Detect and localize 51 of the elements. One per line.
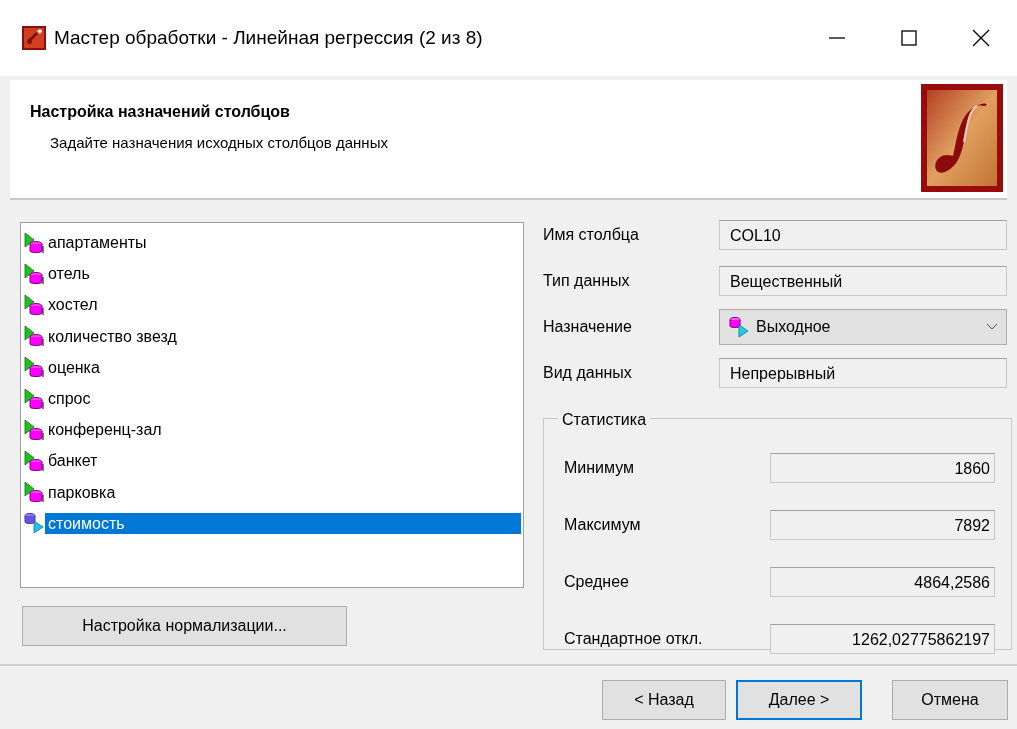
statistic-label: Стандартное откл. [564, 628, 704, 649]
pipe-logo-icon [921, 84, 1003, 192]
wizard-button[interactable]: Далее > [736, 680, 862, 720]
field-label: Назначение [543, 317, 633, 337]
wizard-button[interactable]: Отмена [892, 680, 1008, 720]
input-column-icon [23, 356, 45, 379]
column-item[interactable]: конференц-зал [45, 419, 165, 441]
column-item[interactable]: отель [45, 263, 93, 285]
column-item[interactable]: стоимость [45, 512, 521, 534]
dropdown-value: Выходное [756, 317, 832, 337]
readonly-field: Непрерывный [719, 358, 1007, 388]
page-subtitle: Задайте назначения исходных столбцов данных [50, 133, 389, 153]
field-label: Вид данных [543, 363, 633, 383]
input-column-icon [23, 387, 45, 410]
minimize-icon [828, 37, 846, 39]
input-column-icon [23, 449, 45, 472]
column-item[interactable]: хостел [45, 294, 101, 316]
close-icon [972, 29, 990, 47]
column-item[interactable]: апартаменты [45, 232, 150, 254]
wizard-button[interactable]: < Назад [602, 680, 726, 720]
input-column-icon [23, 481, 45, 504]
page-title: Настройка назначений столбцов [30, 102, 291, 122]
statistic-label: Максимум [564, 514, 642, 535]
window-title: Мастер обработки - Линейная регрессия (2 из 8) [54, 25, 484, 50]
input-column-icon [23, 325, 45, 348]
statistic-value: 7892 [770, 509, 995, 540]
input-column-icon [23, 418, 45, 441]
output-column-icon [728, 316, 750, 338]
statistic-label: Среднее [564, 571, 630, 592]
readonly-field: COL10 [719, 220, 1007, 250]
assignment-dropdown[interactable]: Выходное [719, 309, 1007, 345]
column-item[interactable]: банкет [45, 450, 101, 472]
input-column-icon [23, 293, 45, 316]
readonly-field: Вещественный [719, 266, 1007, 296]
field-label: Имя столбца [543, 225, 640, 245]
column-item[interactable]: спрос [45, 387, 94, 410]
statistic-value: 1860 [770, 452, 995, 483]
output-column-icon [23, 512, 45, 535]
chevron-down-icon [986, 323, 998, 331]
input-column-icon [23, 231, 45, 254]
column-item[interactable]: оценка [45, 356, 103, 378]
column-item[interactable]: парковка [45, 481, 119, 503]
app-icon [22, 26, 46, 50]
statistic-value: 1262,02775862197 [770, 623, 995, 654]
statistic-value: 4864,2586 [770, 566, 995, 597]
statistic-label: Минимум [564, 457, 636, 478]
maximize-icon [900, 29, 918, 47]
normalization-button[interactable]: Настройка нормализации... [22, 606, 347, 646]
field-label: Тип данных [543, 271, 631, 291]
input-column-icon [23, 262, 45, 285]
column-item[interactable]: количество звезд [45, 325, 180, 347]
